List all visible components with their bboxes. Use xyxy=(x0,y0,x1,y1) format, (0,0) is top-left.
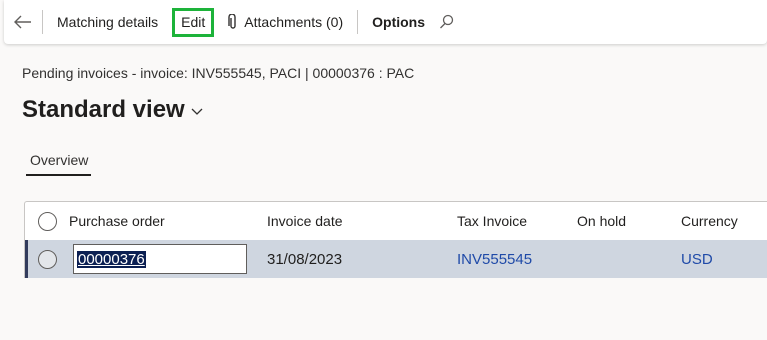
search-icon xyxy=(440,14,454,29)
invoice-grid: Purchase order Invoice date Tax Invoice … xyxy=(24,201,767,278)
tax-invoice-link[interactable]: INV555545 xyxy=(457,251,577,268)
row-select-radio[interactable] xyxy=(37,249,57,269)
select-all-cell xyxy=(25,211,69,231)
matching-details-button[interactable]: Matching details xyxy=(49,8,166,36)
purchase-order-cell: 00000376 xyxy=(69,244,267,274)
purchase-order-input[interactable]: 00000376 xyxy=(73,244,247,274)
attachments-button[interactable]: Attachments (0) xyxy=(220,8,351,36)
back-button[interactable] xyxy=(8,15,38,29)
table-row[interactable]: 00000376 31/08/2023 INV555545 USD xyxy=(25,240,767,278)
column-header-currency[interactable]: Currency xyxy=(681,213,761,229)
chevron-down-icon xyxy=(191,108,203,115)
toolbar-divider xyxy=(42,10,43,34)
paperclip-icon xyxy=(228,14,236,29)
row-select-cell xyxy=(25,249,69,269)
row-selected-indicator xyxy=(25,240,28,278)
column-header-on-hold[interactable]: On hold xyxy=(577,213,681,229)
currency-link[interactable]: USD xyxy=(681,251,761,268)
select-all-radio[interactable] xyxy=(37,211,57,231)
column-header-tax-invoice[interactable]: Tax Invoice xyxy=(457,213,577,229)
page-title: Standard view xyxy=(22,96,185,123)
tab-overview[interactable]: Overview xyxy=(26,152,92,176)
edit-button[interactable]: Edit xyxy=(172,7,215,37)
column-header-invoice-date[interactable]: Invoice date xyxy=(267,213,457,229)
invoice-date-cell: 31/08/2023 xyxy=(267,250,343,268)
column-header-purchase-order[interactable]: Purchase order xyxy=(69,213,267,229)
action-pane: Matching details Edit Attachments (0) Op… xyxy=(4,0,767,44)
view-selector[interactable]: Standard view xyxy=(22,96,203,124)
purchase-order-value: 00000376 xyxy=(77,250,146,268)
page-caption: Pending invoices - invoice: INV555545, P… xyxy=(22,65,415,81)
search-button[interactable] xyxy=(439,14,455,30)
options-button[interactable]: Options xyxy=(364,8,433,36)
attachments-label: Attachments (0) xyxy=(244,14,344,30)
toolbar-divider xyxy=(357,10,359,34)
back-arrow-icon xyxy=(14,15,31,29)
grid-header: Purchase order Invoice date Tax Invoice … xyxy=(25,202,767,240)
